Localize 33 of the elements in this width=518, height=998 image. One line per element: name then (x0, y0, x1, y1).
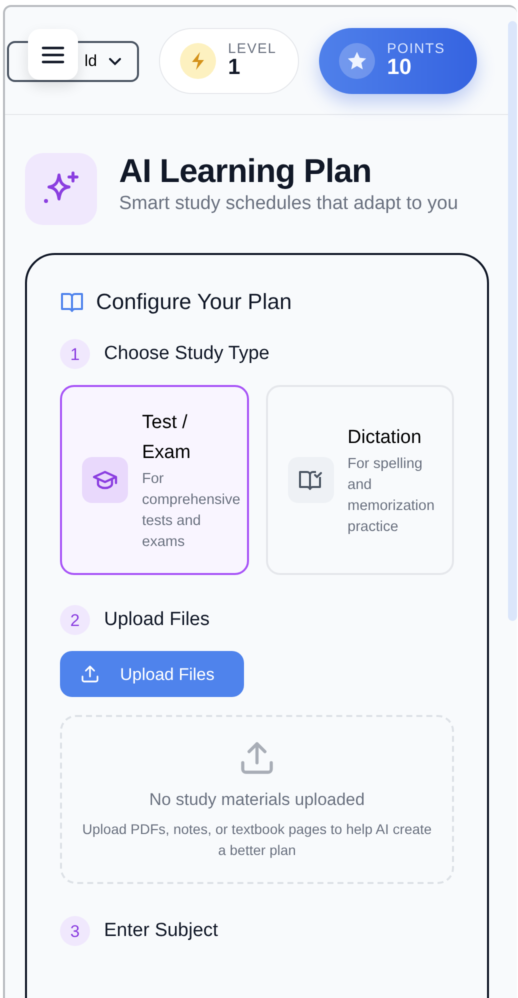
option-title: Test / Exam (142, 410, 192, 466)
points-label: POINTS (387, 41, 446, 56)
upload-button[interactable]: Upload Files (60, 651, 244, 698)
panel-title: Configure Your Plan (96, 289, 292, 316)
step-title: Choose Study Type (104, 342, 270, 366)
page-subtitle: Smart study schedules that adapt to you (119, 192, 458, 216)
points-value: 10 (387, 55, 412, 80)
dropzone[interactable]: No study materials uploaded Upload PDFs, notes, or textbook pages to help AI create a better plan (60, 715, 454, 884)
option-description: For comprehensive tests and exams (142, 470, 240, 552)
level-value: 1 (228, 55, 242, 80)
menu-button[interactable] (28, 29, 78, 80)
graduation-cap-icon (92, 469, 118, 492)
upload-icon (80, 664, 100, 684)
step-title: Upload Files (104, 608, 210, 632)
level-label: LEVEL (228, 41, 277, 56)
step-number: 1 (60, 339, 90, 370)
dropzone-hint: Upload PDFs, notes, or textbook pages to help AI create a better plan (82, 820, 432, 860)
study-type-option[interactable]: Test / Exam For comprehensive tests and exams (60, 385, 248, 576)
dropzone-title: No study materials uploaded (149, 789, 365, 812)
step-number: 3 (60, 916, 90, 946)
open-book-icon (60, 291, 84, 314)
star-icon (346, 50, 368, 72)
book-check-icon (298, 468, 324, 492)
page-title: AI Learning Plan (119, 153, 372, 190)
lightning-icon (189, 50, 207, 70)
caret-icon (109, 58, 121, 66)
option-title: Dictation (348, 426, 422, 450)
step-title: Enter Subject (104, 919, 218, 944)
study-type-option[interactable]: Dictation For spelling and memorization practice (266, 385, 454, 576)
menu-icon (41, 44, 65, 64)
scrollbar[interactable] (508, 21, 517, 621)
option-description: For spelling and memorization practice (348, 454, 436, 537)
step-number: 2 (60, 605, 90, 636)
